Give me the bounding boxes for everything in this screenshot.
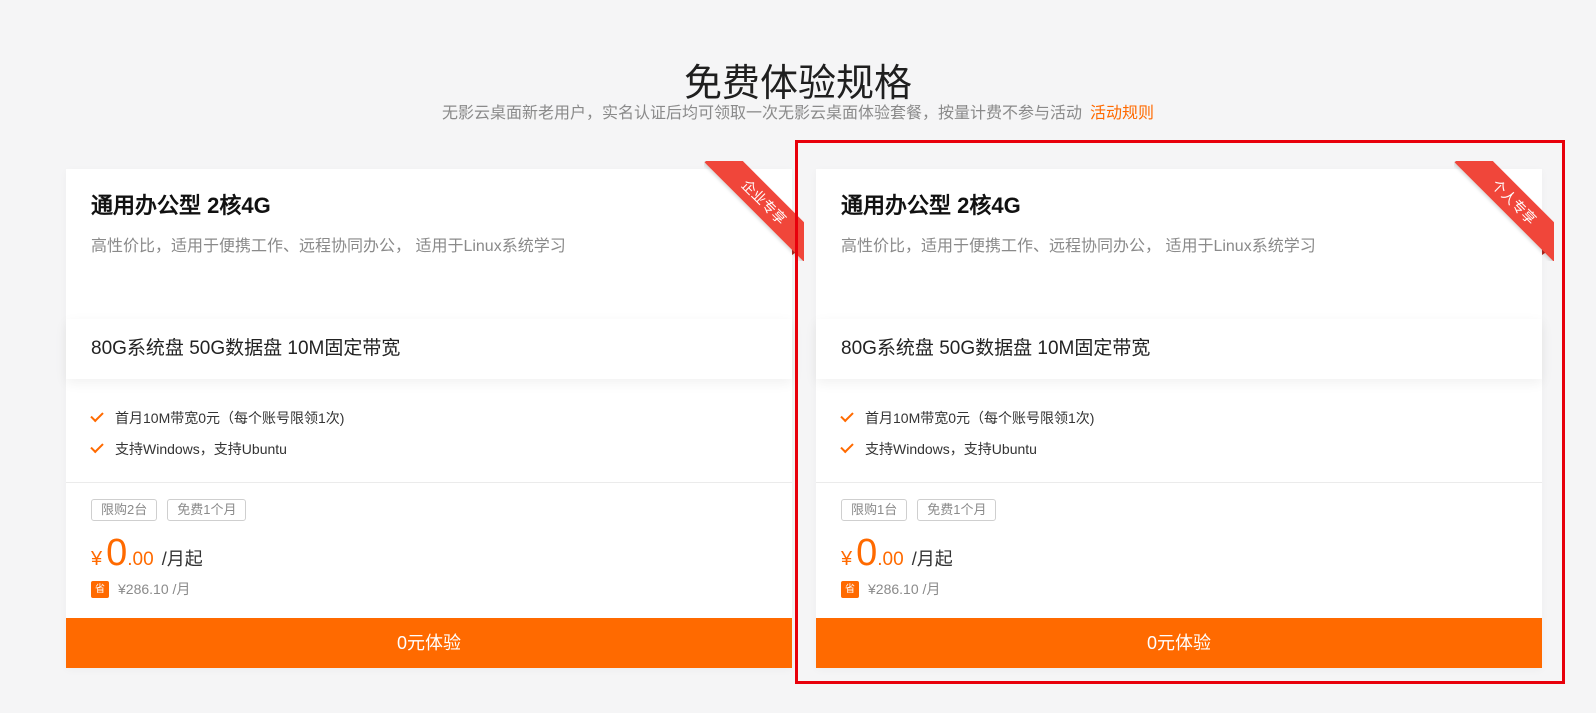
check-icon xyxy=(90,439,104,454)
check-icon xyxy=(840,408,854,423)
free-trial-button[interactable]: 0元体验 xyxy=(66,618,792,668)
save-icon: 省 xyxy=(841,580,859,598)
price: ¥ 0 .00 /月起 xyxy=(91,529,203,577)
feature-list: 首月10M带宽0元（每个账号限领1次) 支持Windows，支持Ubuntu xyxy=(840,402,1095,464)
feature-text: 首月10M带宽0元（每个账号限领1次) xyxy=(865,409,1095,426)
currency-symbol: ¥ xyxy=(91,548,103,570)
free-trial-section: 免费体验规格 无影云桌面新老用户，实名认证后均可领取一次无影云桌面体验套餐，按量… xyxy=(0,0,1596,713)
purchase-limit-tag: 限购2台 xyxy=(91,499,158,521)
feature-text: 首月10M带宽0元（每个账号限领1次) xyxy=(115,409,345,426)
original-price-text: ¥286.10 /月 xyxy=(868,581,941,597)
feature-item: 首月10M带宽0元（每个账号限领1次) xyxy=(840,402,1095,433)
divider xyxy=(66,482,792,483)
ribbon-label: 个人专享 xyxy=(1454,161,1554,261)
free-duration-tag: 免费1个月 xyxy=(167,499,247,521)
original-price: 省 ¥286.10 /月 xyxy=(91,579,190,599)
plan-description: 高性价比，适用于便携工作、远程协同办公， 适用于Linux系统学习 xyxy=(91,238,566,255)
feature-item: 首月10M带宽0元（每个账号限领1次) xyxy=(90,402,345,433)
spec-text: 80G系统盘 50G数据盘 10M固定带宽 xyxy=(841,338,1151,359)
plan-card-enterprise: 通用办公型 2核4G 高性价比，适用于便携工作、远程协同办公， 适用于Linux… xyxy=(66,161,804,668)
price: ¥ 0 .00 /月起 xyxy=(841,529,953,577)
subtitle-text: 无影云桌面新老用户，实名认证后均可领取一次无影云桌面体验套餐，按量计费不参与活动 xyxy=(441,105,1082,122)
save-icon: 省 xyxy=(91,580,109,598)
feature-item: 支持Windows，支持Ubuntu xyxy=(840,433,1094,464)
check-icon xyxy=(840,439,854,454)
plan-description: 高性价比，适用于便携工作、远程协同办公， 适用于Linux系统学习 xyxy=(841,238,1316,255)
plan-card-personal: 通用办公型 2核4G 高性价比，适用于便携工作、远程协同办公， 适用于Linux… xyxy=(816,161,1554,668)
spec-band: 80G系统盘 50G数据盘 10M固定带宽 xyxy=(816,319,1542,379)
tag-list: 限购2台 免费1个月 xyxy=(91,499,247,521)
price-unit: /月起 xyxy=(161,549,203,569)
price-unit: /月起 xyxy=(911,549,953,569)
spec-text: 80G系统盘 50G数据盘 10M固定带宽 xyxy=(91,338,401,359)
check-icon xyxy=(90,408,104,423)
corner-ribbon: 个人专享 xyxy=(1454,161,1554,261)
price-decimal: .00 xyxy=(877,549,904,570)
currency-symbol: ¥ xyxy=(841,548,853,570)
price-decimal: .00 xyxy=(127,549,154,570)
corner-ribbon: 企业专享 xyxy=(704,161,804,261)
feature-item: 支持Windows，支持Ubuntu xyxy=(90,433,344,464)
page-subtitle: 无影云桌面新老用户，实名认证后均可领取一次无影云桌面体验套餐，按量计费不参与活动… xyxy=(0,101,1596,127)
feature-list: 首月10M带宽0元（每个账号限领1次) 支持Windows，支持Ubuntu xyxy=(90,402,345,464)
tag-list: 限购1台 免费1个月 xyxy=(841,499,997,521)
price-integer: 0 xyxy=(856,532,878,574)
free-trial-button[interactable]: 0元体验 xyxy=(816,618,1542,668)
price-integer: 0 xyxy=(106,532,128,574)
feature-text: 支持Windows，支持Ubuntu xyxy=(865,440,1037,457)
plan-title: 通用办公型 2核4G xyxy=(841,193,1021,218)
free-duration-tag: 免费1个月 xyxy=(917,499,997,521)
ribbon-label: 企业专享 xyxy=(704,161,804,261)
spec-band: 80G系统盘 50G数据盘 10M固定带宽 xyxy=(66,319,792,379)
feature-text: 支持Windows，支持Ubuntu xyxy=(115,440,287,457)
plan-title: 通用办公型 2核4G xyxy=(91,193,271,218)
purchase-limit-tag: 限购1台 xyxy=(841,499,908,521)
activity-rules-link[interactable]: 活动规则 xyxy=(1090,105,1154,122)
original-price: 省 ¥286.10 /月 xyxy=(841,579,940,599)
divider xyxy=(816,482,1542,483)
original-price-text: ¥286.10 /月 xyxy=(118,581,191,597)
